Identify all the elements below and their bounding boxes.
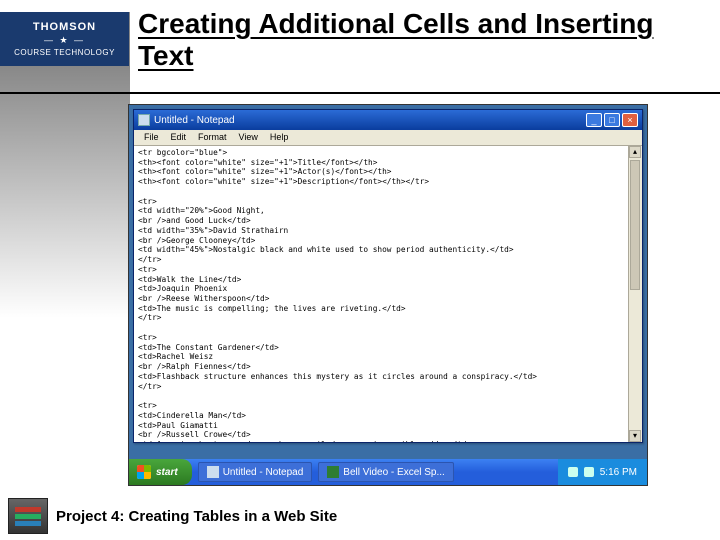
slide-title-block: Creating Additional Cells and Inserting …: [138, 8, 698, 72]
vertical-scrollbar[interactable]: ▴ ▾: [628, 146, 642, 442]
notepad-body: <tr bgcolor="blue"> <th><font color="whi…: [134, 146, 642, 442]
window-buttons: _ □ ×: [586, 113, 638, 127]
taskbar-item-notepad[interactable]: Untitled - Notepad: [198, 462, 313, 482]
notepad-titlebar[interactable]: Untitled - Notepad _ □ ×: [134, 110, 642, 130]
slide-footer: Project 4: Creating Tables in a Web Site: [0, 492, 720, 540]
taskbar-item-label: Bell Video - Excel Sp...: [343, 467, 445, 478]
excel-task-icon: [327, 466, 339, 478]
notepad-textarea[interactable]: <tr bgcolor="blue"> <th><font color="whi…: [134, 146, 628, 442]
menu-edit[interactable]: Edit: [165, 130, 193, 145]
menu-format[interactable]: Format: [192, 130, 233, 145]
footer-text: Project 4: Creating Tables in a Web Site: [56, 508, 337, 525]
close-button[interactable]: ×: [622, 113, 638, 127]
minimize-button[interactable]: _: [586, 113, 602, 127]
taskbar-item-excel[interactable]: Bell Video - Excel Sp...: [318, 462, 454, 482]
scroll-up-arrow-icon[interactable]: ▴: [629, 146, 641, 158]
start-label: start: [156, 467, 178, 478]
taskbar-item-label: Untitled - Notepad: [223, 467, 304, 478]
scroll-down-arrow-icon[interactable]: ▾: [629, 430, 641, 442]
title-underline: [0, 92, 720, 94]
menu-file[interactable]: File: [138, 130, 165, 145]
maximize-button[interactable]: □: [604, 113, 620, 127]
brand-star: — ★ —: [44, 35, 85, 46]
brand-top: THOMSON: [33, 21, 96, 33]
start-button[interactable]: start: [129, 459, 192, 485]
tray-icon[interactable]: [584, 467, 594, 477]
menu-help[interactable]: Help: [264, 130, 295, 145]
windows-logo-icon: [137, 465, 151, 479]
scroll-thumb[interactable]: [630, 160, 640, 290]
notepad-icon: [138, 114, 150, 126]
notepad-menubar: File Edit Format View Help: [134, 130, 642, 146]
notepad-window: Untitled - Notepad _ □ × File Edit Forma…: [133, 109, 643, 443]
system-tray: 5:16 PM: [558, 459, 647, 485]
brand-bottom: COURSE TECHNOLOGY: [14, 48, 115, 57]
brand-logo-box: THOMSON — ★ — COURSE TECHNOLOGY: [0, 12, 130, 66]
slide: THOMSON — ★ — COURSE TECHNOLOGY Creating…: [0, 0, 720, 540]
notepad-task-icon: [207, 466, 219, 478]
slide-title: Creating Additional Cells and Inserting …: [138, 8, 698, 72]
sidebar-gradient: [0, 66, 130, 486]
menu-view[interactable]: View: [233, 130, 264, 145]
desktop-screenshot: Untitled - Notepad _ □ × File Edit Forma…: [128, 104, 648, 486]
tray-icon[interactable]: [568, 467, 578, 477]
clock[interactable]: 5:16 PM: [600, 467, 637, 478]
taskbar: start Untitled - Notepad Bell Video - Ex…: [129, 459, 647, 485]
notepad-title: Untitled - Notepad: [154, 115, 586, 126]
series-books-icon: [8, 498, 48, 534]
